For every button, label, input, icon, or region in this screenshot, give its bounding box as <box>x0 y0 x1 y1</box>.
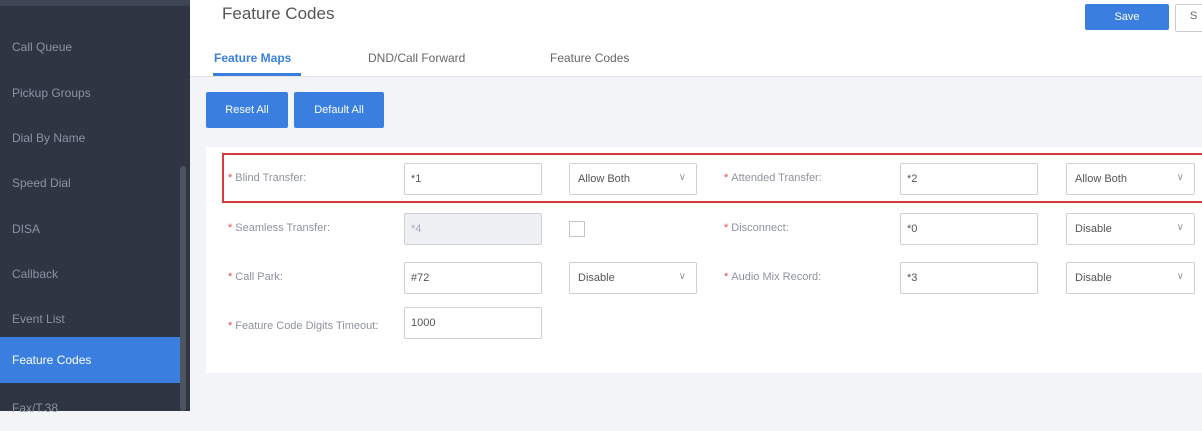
sidebar-item-label: Call Queue <box>12 40 73 54</box>
seamless-transfer-checkbox[interactable] <box>569 221 585 237</box>
tab-dnd-call-forward[interactable]: DND/Call Forward <box>368 51 465 65</box>
sidebar-item-call-queue[interactable]: Call Queue <box>0 24 182 70</box>
secondary-header-button-label: S <box>1190 10 1198 22</box>
sidebar: Call Queue Pickup Groups Dial By Name Sp… <box>0 0 190 415</box>
required-star: * <box>228 222 233 234</box>
page-title: Feature Codes <box>222 4 335 23</box>
call-park-input[interactable]: #72 <box>404 262 542 294</box>
seamless-transfer-input: *4 <box>404 213 542 245</box>
sidebar-item-feature-codes[interactable]: Feature Codes <box>0 337 182 383</box>
audio-mix-record-select-value: Disable <box>1075 272 1112 284</box>
disconnect-label: * Disconnect: <box>724 222 789 234</box>
sidebar-item-label: Speed Dial <box>12 176 71 190</box>
disconnect-label-text: Disconnect: <box>731 222 789 234</box>
sidebar-item-callback[interactable]: Callback <box>0 251 182 297</box>
sidebar-item-pickup-groups[interactable]: Pickup Groups <box>0 70 182 116</box>
save-button[interactable]: Save <box>1085 4 1169 30</box>
sidebar-item-dial-by-name[interactable]: Dial By Name <box>0 115 182 161</box>
tab-bar: Feature Maps DND/Call Forward Feature Co… <box>190 34 1202 77</box>
page-header: Feature Codes <box>190 0 1202 35</box>
chevron-down-icon: ∨ <box>1176 222 1184 233</box>
seamless-transfer-label-text: Seamless Transfer: <box>235 222 331 234</box>
disconnect-input[interactable]: *0 <box>900 213 1038 245</box>
sidebar-item-label: Dial By Name <box>12 131 86 145</box>
audio-mix-record-select[interactable]: Disable ∨ <box>1066 262 1195 294</box>
active-tab-indicator <box>213 73 301 76</box>
sidebar-item-disa[interactable]: DISA <box>0 206 182 252</box>
sidebar-item-event-list[interactable]: Event List <box>0 296 182 342</box>
tab-feature-codes[interactable]: Feature Codes <box>550 51 629 65</box>
chevron-down-icon: ∨ <box>1176 271 1184 282</box>
sidebar-item-label: Fax/T.38 <box>12 401 59 415</box>
audio-mix-record-label: * Audio Mix Record: <box>724 271 821 283</box>
digits-timeout-label: * Feature Code Digits Timeout: <box>228 320 378 332</box>
sidebar-top-strip <box>0 0 190 6</box>
call-park-label: * Call Park: <box>228 271 283 283</box>
required-star: * <box>228 271 233 283</box>
disconnect-select-value: Disable <box>1075 223 1112 235</box>
audio-mix-record-input[interactable]: *3 <box>900 262 1038 294</box>
chevron-down-icon: ∨ <box>678 271 686 282</box>
sidebar-item-label: Event List <box>12 312 65 326</box>
reset-all-button[interactable]: Reset All <box>206 92 288 128</box>
audio-mix-record-label-text: Audio Mix Record: <box>731 271 822 283</box>
default-all-button[interactable]: Default All <box>294 92 384 128</box>
sidebar-item-fax[interactable]: Fax/T.38 <box>0 385 182 431</box>
sidebar-item-label: DISA <box>12 222 41 236</box>
digits-timeout-input[interactable]: 1000 <box>404 307 542 339</box>
sidebar-scrollbar[interactable] <box>180 166 186 411</box>
required-star: * <box>724 222 729 234</box>
call-park-select-value: Disable <box>578 272 615 284</box>
required-star: * <box>228 320 233 332</box>
tab-feature-maps[interactable]: Feature Maps <box>214 51 291 65</box>
seamless-transfer-label: * Seamless Transfer: <box>228 222 330 234</box>
call-park-select[interactable]: Disable ∨ <box>569 262 697 294</box>
required-star: * <box>724 271 729 283</box>
sidebar-item-label: Feature Codes <box>12 353 92 367</box>
sidebar-item-speed-dial[interactable]: Speed Dial <box>0 160 182 206</box>
secondary-header-button[interactable]: S <box>1175 4 1202 32</box>
highlight-box <box>222 153 1202 203</box>
sidebar-item-label: Pickup Groups <box>12 86 91 100</box>
call-park-label-text: Call Park: <box>235 271 283 283</box>
sidebar-item-label: Callback <box>12 267 59 281</box>
disconnect-select[interactable]: Disable ∨ <box>1066 213 1195 245</box>
digits-timeout-label-text: Feature Code Digits Timeout: <box>235 320 379 332</box>
